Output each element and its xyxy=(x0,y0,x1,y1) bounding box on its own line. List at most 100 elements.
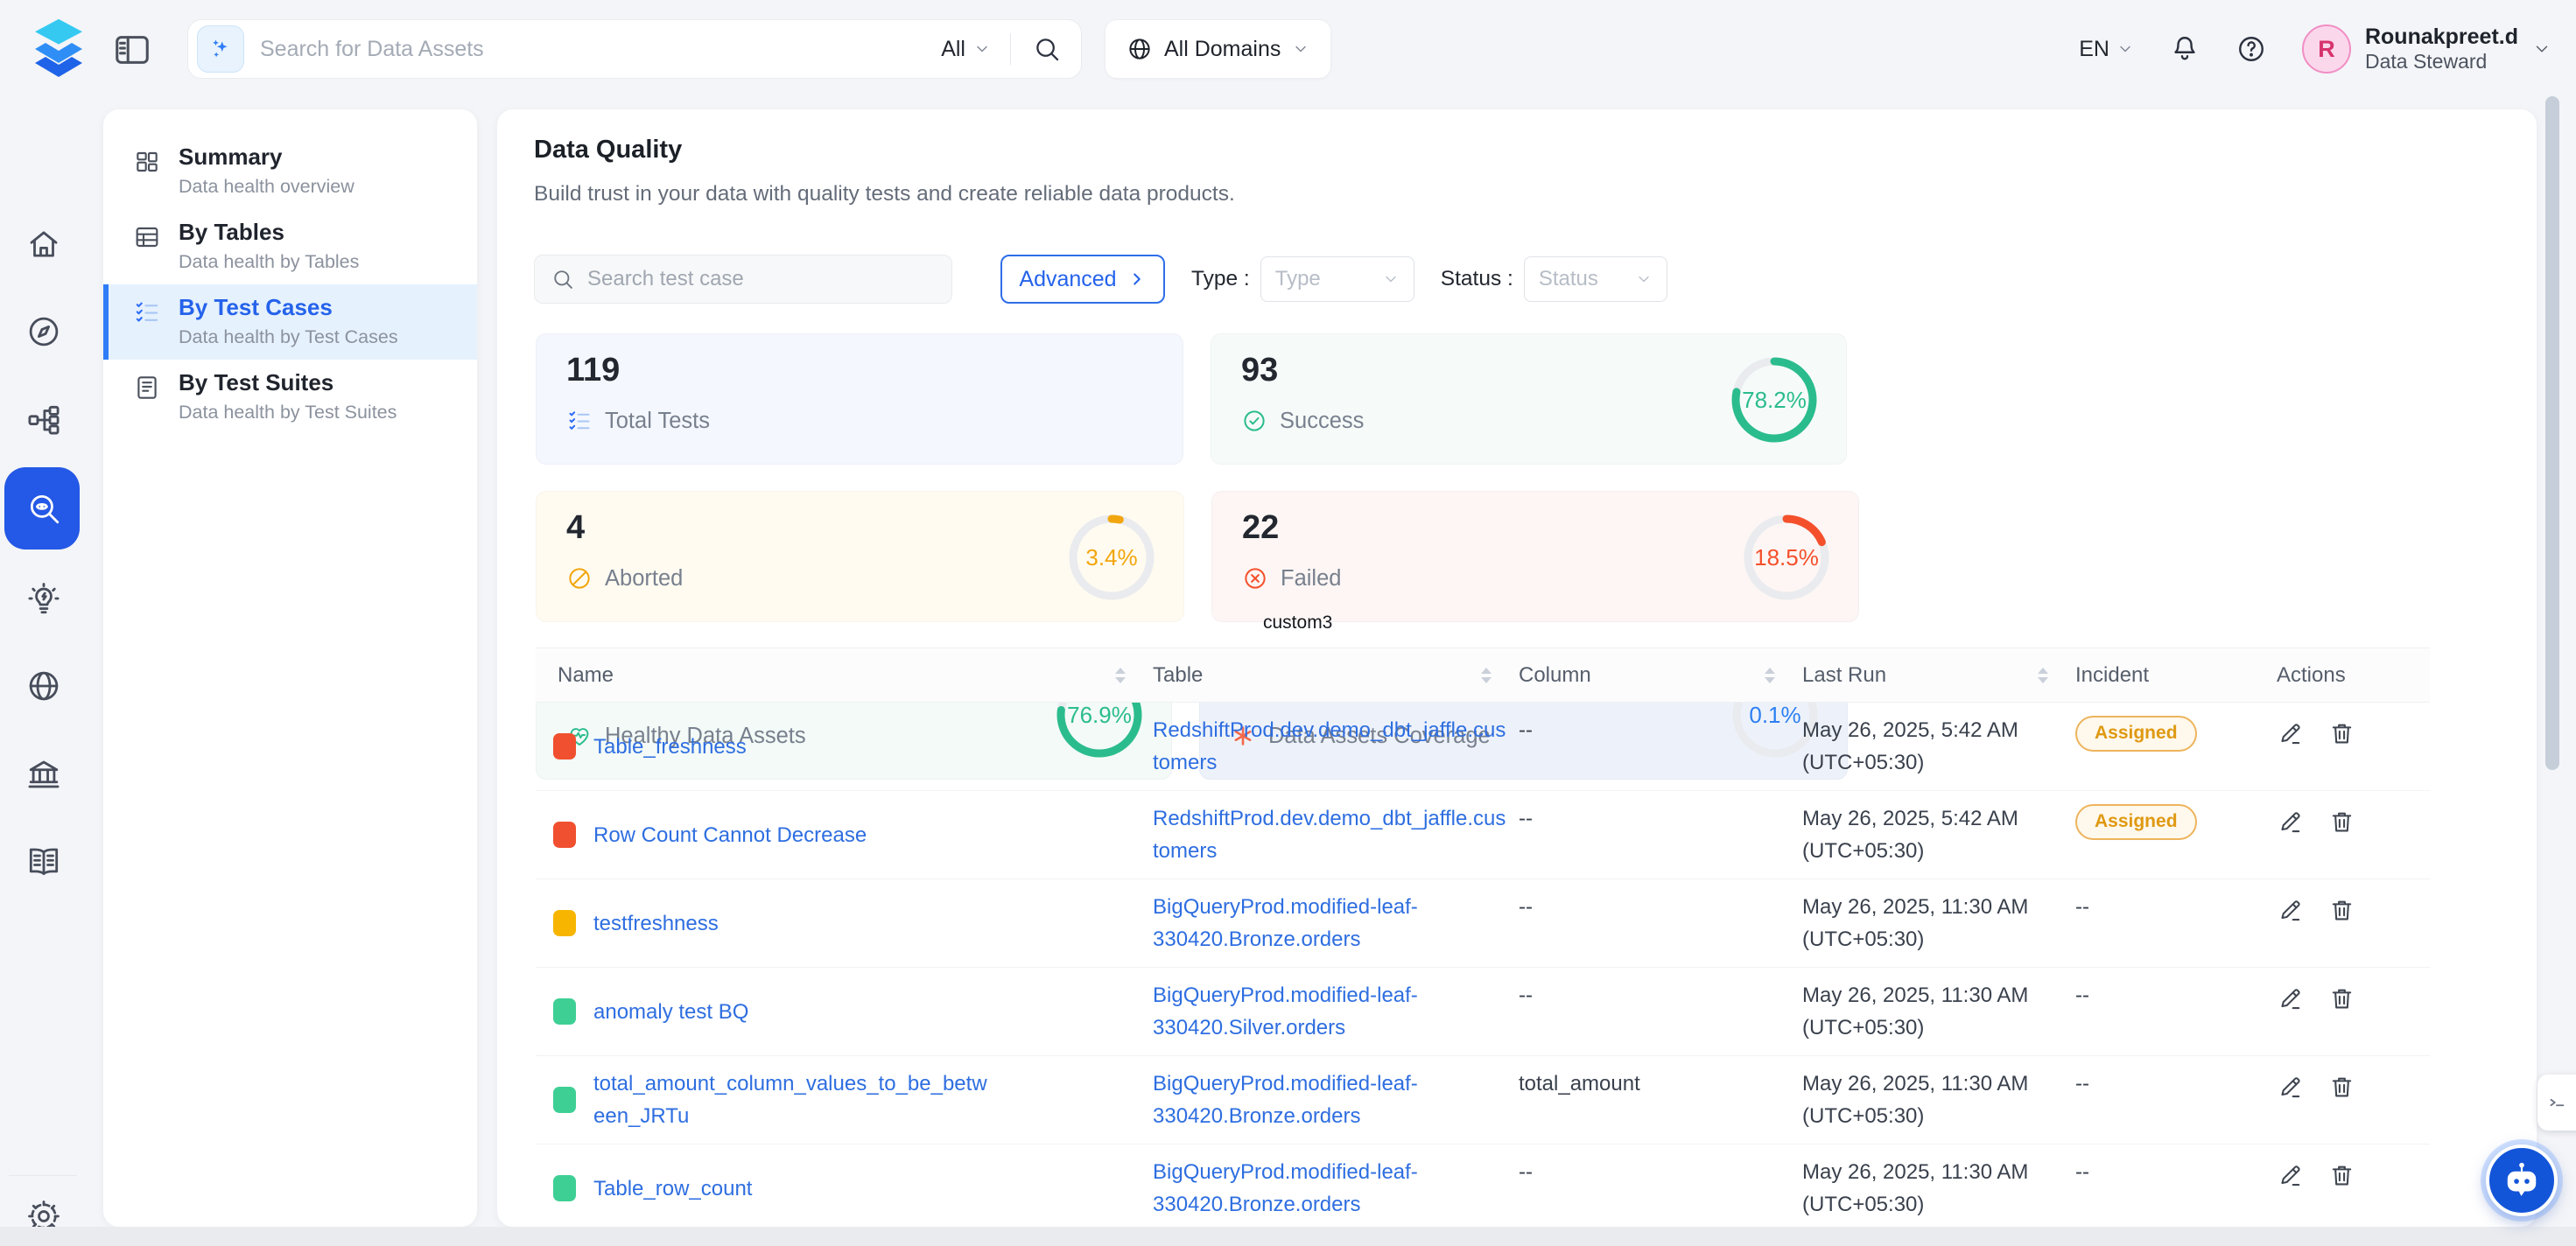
edit-button[interactable] xyxy=(2277,985,2304,1012)
column-header-incident: Incident xyxy=(2062,648,2264,702)
table-link[interactable]: RedshiftProd.dev.demo_dbt_jaffle.custome… xyxy=(1153,802,1497,867)
table-header-row: NameTableColumnLast RunIncidentActions xyxy=(536,648,2430,703)
global-search-bar[interactable]: All xyxy=(187,19,1082,79)
delete-button[interactable] xyxy=(2328,1162,2355,1189)
last-run-cell: May 26, 2025, 11:30 AM(UTC+05:30) xyxy=(1789,968,2062,1055)
rail-item-glossary-book[interactable] xyxy=(25,843,63,881)
tables-icon xyxy=(133,223,161,251)
menu-item-by-test-suites[interactable]: By Test SuitesData health by Test Suites xyxy=(103,360,477,435)
table-row: testfreshness BigQueryProd.modified-leaf-… xyxy=(536,879,2430,968)
column-cell: total_amount xyxy=(1506,1056,1789,1144)
language-value: EN xyxy=(2079,37,2109,62)
incident-cell: -- xyxy=(2062,968,2264,1055)
sort-icon[interactable] xyxy=(1481,668,1492,683)
edit-button[interactable] xyxy=(2277,897,2304,924)
govern-bank-icon xyxy=(25,756,62,793)
rail-item-govern-bank[interactable] xyxy=(25,755,63,794)
home-icon xyxy=(25,226,62,262)
table-link[interactable]: BigQueryProd.modified-leaf-330420.Bronze… xyxy=(1153,891,1497,956)
menu-item-by-tables[interactable]: By TablesData health by Tables xyxy=(103,209,477,284)
menu-item-desc: Data health overview xyxy=(179,176,354,198)
user-role: Data Steward xyxy=(2365,50,2518,74)
pencil-icon xyxy=(2277,808,2304,836)
pencil-icon xyxy=(2277,1074,2304,1101)
test-cases-icon xyxy=(133,298,161,326)
incident-cell: -- xyxy=(2062,1056,2264,1144)
test-case-search-input[interactable] xyxy=(587,267,936,291)
edit-button[interactable] xyxy=(2277,808,2304,836)
search-scope-dropdown[interactable]: All xyxy=(941,37,991,62)
test-status-indicator xyxy=(553,822,576,848)
ai-sparkle-icon[interactable] xyxy=(197,25,244,73)
stat-value: 119 xyxy=(566,352,620,389)
svg-text:78.2%: 78.2% xyxy=(1742,387,1807,413)
table-link[interactable]: BigQueryProd.modified-leaf-330420.Bronze… xyxy=(1153,1068,1497,1132)
chevron-down-icon xyxy=(973,40,991,58)
menu-item-by-test-cases[interactable]: By Test CasesData health by Test Cases xyxy=(103,284,477,360)
rail-item-explore-compass[interactable] xyxy=(25,312,63,351)
menu-item-desc: Data health by Tables xyxy=(179,251,359,273)
stat-label: Success xyxy=(1280,409,1364,434)
incident-cell: -- xyxy=(2062,879,2264,967)
delete-button[interactable] xyxy=(2328,720,2355,747)
stat-card-aborted: 4Aborted3.4% xyxy=(536,491,1184,622)
pencil-icon xyxy=(2277,897,2304,924)
stat-card-failed: 22Failed18.5% xyxy=(1211,491,1859,622)
chat-assistant-button[interactable] xyxy=(2486,1144,2558,1216)
domains-dropdown[interactable]: All Domains xyxy=(1105,19,1331,79)
user-menu[interactable]: R Rounakpreet.d Data Steward xyxy=(2302,24,2551,74)
divider xyxy=(9,1175,77,1176)
test-case-link[interactable]: anomaly test BQ xyxy=(593,996,748,1028)
rail-item-home[interactable] xyxy=(25,225,63,263)
table-link[interactable]: BigQueryProd.modified-leaf-330420.Bronze… xyxy=(1153,1156,1497,1221)
table-link[interactable]: BigQueryProd.modified-leaf-330420.Silver… xyxy=(1153,979,1497,1044)
rail-item-data-quality-search[interactable] xyxy=(25,489,63,528)
app-logo[interactable] xyxy=(26,19,91,80)
test-status-indicator xyxy=(553,733,576,760)
test-case-link[interactable]: testfreshness xyxy=(593,907,719,940)
global-search-input[interactable] xyxy=(260,37,932,62)
incident-cell: -- xyxy=(2062,1144,2264,1227)
pencil-icon xyxy=(2277,720,2304,747)
table-link[interactable]: RedshiftProd.dev.demo_dbt_jaffle.custome… xyxy=(1153,714,1497,779)
rail-item-domains-globe[interactable] xyxy=(25,667,63,705)
sort-icon[interactable] xyxy=(1765,668,1775,683)
column-header-table[interactable]: Table xyxy=(1140,648,1506,702)
edit-button[interactable] xyxy=(2277,1074,2304,1101)
delete-button[interactable] xyxy=(2328,1074,2355,1101)
test-case-search[interactable] xyxy=(534,255,952,304)
column-header-last-run[interactable]: Last Run xyxy=(1789,648,2062,702)
edit-button[interactable] xyxy=(2277,720,2304,747)
column-cell: -- xyxy=(1506,879,1789,967)
column-header-column[interactable]: Column xyxy=(1506,648,1789,702)
search-icon[interactable] xyxy=(1032,34,1062,64)
test-case-link[interactable]: Row Count Cannot Decrease xyxy=(593,819,867,851)
summary-icon xyxy=(133,148,161,176)
language-dropdown[interactable]: EN xyxy=(2079,37,2134,62)
delete-button[interactable] xyxy=(2328,985,2355,1012)
delete-button[interactable] xyxy=(2328,897,2355,924)
side-widget-handle[interactable] xyxy=(2537,1074,2576,1130)
menu-item-title: By Test Suites xyxy=(179,368,397,397)
column-header-name[interactable]: Name xyxy=(536,648,1140,702)
test-case-link[interactable]: Table_row_count xyxy=(593,1172,752,1205)
column-cell: -- xyxy=(1506,1144,1789,1227)
sidebar-toggle-icon[interactable] xyxy=(112,30,152,70)
sort-icon[interactable] xyxy=(2038,668,2048,683)
rail-item-lineage[interactable] xyxy=(25,401,63,439)
type-filter-select[interactable]: Type xyxy=(1260,256,1414,302)
test-case-link[interactable]: Table_freshness xyxy=(593,731,747,763)
status-filter-select[interactable]: Status xyxy=(1524,256,1667,302)
rail-item-insights-bulb[interactable] xyxy=(25,579,63,618)
avatar: R xyxy=(2302,24,2351,74)
edit-button[interactable] xyxy=(2277,1162,2304,1189)
help-icon[interactable] xyxy=(2236,33,2267,65)
sort-icon[interactable] xyxy=(1115,668,1126,683)
menu-item-summary[interactable]: SummaryData health overview xyxy=(103,134,477,209)
delete-button[interactable] xyxy=(2328,808,2355,836)
x-circle-icon xyxy=(1242,565,1268,592)
advanced-filter-button[interactable]: Advanced xyxy=(1000,255,1165,304)
vertical-scrollbar[interactable] xyxy=(2545,96,2559,770)
notifications-bell-icon[interactable] xyxy=(2169,33,2200,65)
test-case-link[interactable]: total_amount_column_values_to_be_between… xyxy=(593,1068,987,1132)
